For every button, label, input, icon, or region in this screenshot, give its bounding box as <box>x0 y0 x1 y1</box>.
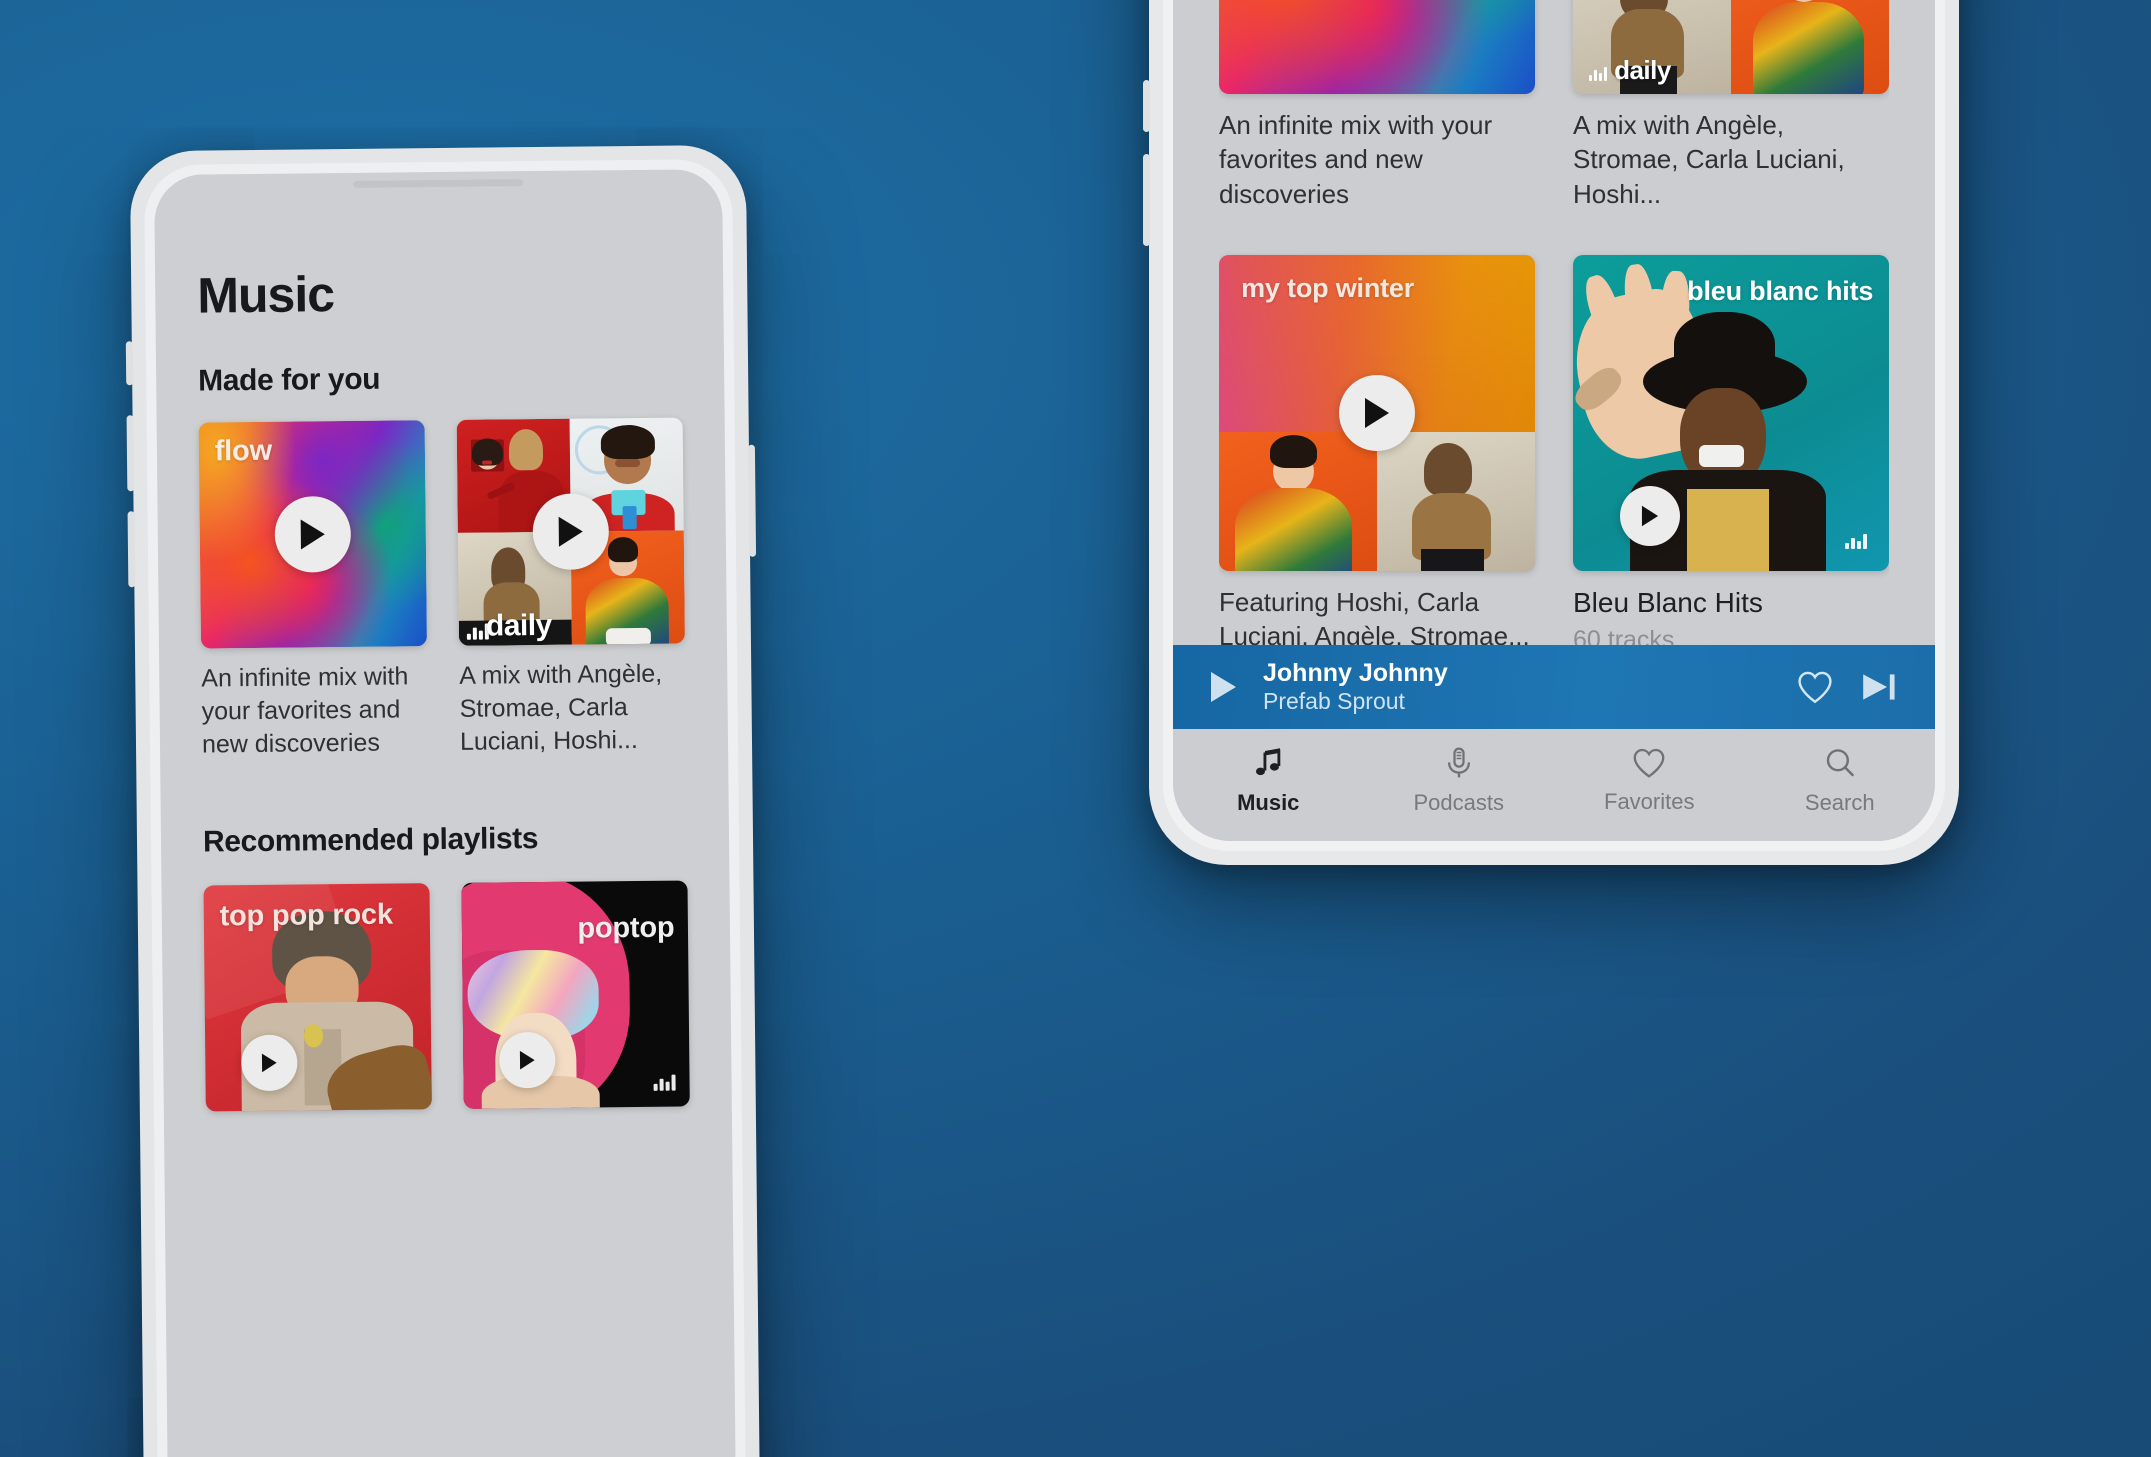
front-card-top-pop-rock[interactable]: top pop rock <box>203 883 432 1112</box>
heart-outline-icon <box>1630 746 1668 780</box>
front-card-row-2: top pop rock poptop <box>203 880 690 1112</box>
back-card-my-top-winter[interactable]: my top winter Featuring Hoshi, Carla Luc… <box>1219 254 1535 645</box>
album-art[interactable]: poptop <box>461 880 690 1109</box>
play-icon[interactable] <box>1339 374 1415 451</box>
daily-wordmark: daily <box>1614 55 1671 86</box>
art-label: my top winter <box>1241 272 1415 303</box>
mosaic-tile <box>1731 0 1889 94</box>
tab-label: Music <box>1237 789 1300 815</box>
play-icon[interactable] <box>532 493 610 571</box>
album-art[interactable] <box>1219 0 1535 94</box>
album-art[interactable]: my top winter <box>1219 254 1535 571</box>
art-label: poptop <box>577 911 675 945</box>
deezer-equalizer-icon <box>654 1073 677 1092</box>
card-caption: A mix with Angèle, Stromae, Carla Lucian… <box>459 659 663 756</box>
back-phone-volume-down-button[interactable] <box>1143 154 1150 246</box>
front-phone-screen: Music Made for you flow An infinite mix … <box>154 169 736 1457</box>
heart-outline-icon[interactable] <box>1795 669 1835 705</box>
album-art[interactable]: flow <box>198 420 427 649</box>
mosaic: daily <box>1573 0 1889 94</box>
album-art[interactable]: daily <box>456 417 685 646</box>
card-caption: A mix with Angèle, Stromae, Carla Lucian… <box>1573 110 1845 209</box>
front-phone-mute-switch[interactable] <box>125 341 134 386</box>
tab-favorites[interactable]: Favorites <box>1554 746 1745 815</box>
card-caption: An infinite mix with your favorites and … <box>201 662 409 759</box>
mosaic-tile <box>1377 431 1535 571</box>
back-card-daily[interactable]: daily A mix with Angèle, Stromae, Carla … <box>1573 0 1889 211</box>
front-phone-power-button[interactable] <box>747 444 757 557</box>
back-phone-bezel: An infinite mix with your favorites and … <box>1163 0 1945 851</box>
tab-label: Search <box>1804 789 1875 815</box>
back-card-row-2: my top winter Featuring Hoshi, Carla Luc… <box>1219 254 1889 645</box>
front-card-daily[interactable]: daily A mix with Angèle, Stromae, Carla … <box>456 417 687 758</box>
card-subtitle: 60 tracks <box>1573 625 1675 645</box>
tab-label: Favorites <box>1604 788 1695 814</box>
front-phone-volume-down-button[interactable] <box>127 511 136 588</box>
back-phone-volume-up-button[interactable] <box>1143 80 1150 132</box>
art-label: top pop rock <box>219 898 393 933</box>
back-phone-scroll-area[interactable]: An infinite mix with your favorites and … <box>1219 0 1889 645</box>
tab-podcasts[interactable]: Podcasts <box>1364 745 1555 816</box>
back-phone-app: An infinite mix with your favorites and … <box>1173 0 1935 841</box>
front-phone-volume-up-button[interactable] <box>126 415 135 492</box>
now-playing-artist: Prefab Sprout <box>1263 687 1405 714</box>
play-icon[interactable] <box>1620 485 1681 546</box>
play-icon[interactable] <box>241 1034 298 1091</box>
section-heading-recommended-playlists: Recommended playlists <box>202 822 539 859</box>
search-icon <box>1822 745 1858 781</box>
tab-label: Podcasts <box>1413 789 1505 815</box>
daily-wordmark: daily <box>485 608 552 643</box>
front-card-flow[interactable]: flow An infinite mix with your favorites… <box>198 420 429 761</box>
tab-search[interactable]: Search <box>1745 745 1936 816</box>
album-art[interactable]: bleu blanc hits <box>1573 254 1889 571</box>
front-card-poptop[interactable]: poptop <box>461 880 690 1109</box>
art-label: bleu blanc hits <box>1687 276 1874 307</box>
back-phone-screen: An infinite mix with your favorites and … <box>1173 0 1935 841</box>
album-art[interactable]: top pop rock <box>203 883 432 1112</box>
play-icon[interactable] <box>499 1031 556 1089</box>
back-card-flow[interactable]: An infinite mix with your favorites and … <box>1219 0 1535 211</box>
play-icon[interactable] <box>274 495 352 573</box>
back-card-bleu-blanc-hits[interactable]: bleu blanc hits Bleu Blanc Hits 60 track… <box>1573 254 1889 645</box>
card-caption: Featuring Hoshi, Carla Luciani, Angèle, … <box>1219 586 1530 645</box>
card-caption: Bleu Blanc Hits <box>1573 586 1763 618</box>
tab-music[interactable]: Music <box>1173 745 1364 816</box>
play-icon[interactable] <box>1207 670 1239 704</box>
now-playing-bar[interactable]: Johnny Johnny Prefab Sprout <box>1173 645 1935 729</box>
deezer-equalizer-icon <box>1844 533 1867 549</box>
mosaic-tile <box>1219 431 1377 571</box>
music-note-icon <box>1250 745 1286 781</box>
front-phone-bezel: Music Made for you flow An infinite mix … <box>143 158 747 1457</box>
front-phone-device: Music Made for you flow An infinite mix … <box>125 144 761 1457</box>
now-playing-title: Johnny Johnny <box>1263 658 1448 687</box>
bottom-tab-bar: Music Podcasts Favorites Search <box>1173 729 1935 841</box>
deezer-equalizer-icon <box>1588 65 1607 82</box>
microphone-icon <box>1441 745 1477 781</box>
back-card-row-1: An infinite mix with your favorites and … <box>1219 0 1889 211</box>
mosaic-tile: daily <box>1573 0 1731 94</box>
card-caption: An infinite mix with your favorites and … <box>1219 110 1493 209</box>
section-heading-made-for-you: Made for you <box>198 362 381 398</box>
album-art[interactable]: daily <box>1573 0 1889 94</box>
front-card-row-1: flow An infinite mix with your favorites… <box>198 417 687 761</box>
skip-next-icon[interactable] <box>1859 670 1901 704</box>
page-title: Music <box>197 266 335 324</box>
mosaic <box>1219 431 1535 571</box>
front-phone-app: Music Made for you flow An infinite mix … <box>154 169 736 1457</box>
art-label: flow <box>214 434 273 467</box>
now-playing-meta: Johnny Johnny Prefab Sprout <box>1263 659 1771 715</box>
back-phone-device: An infinite mix with your favorites and … <box>1143 0 1959 865</box>
